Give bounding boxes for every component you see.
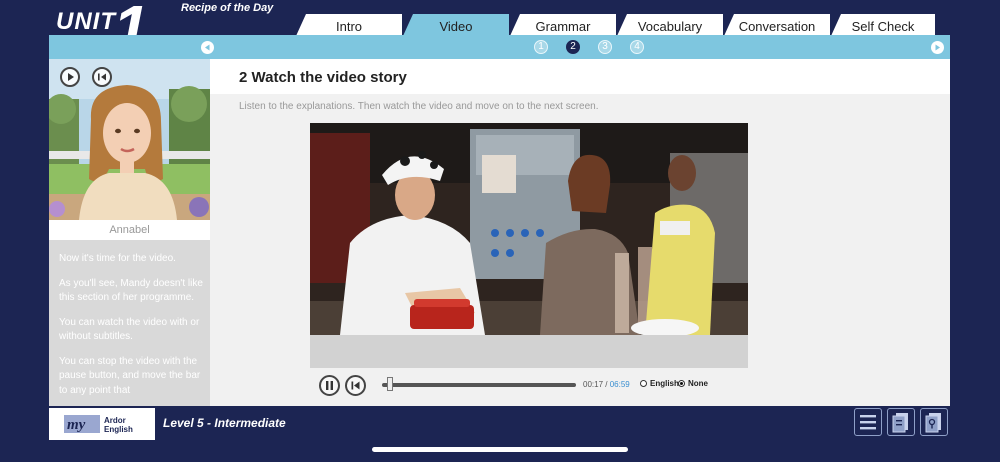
unit-label: UNIT bbox=[56, 8, 116, 35]
logo-word-1: Ardor bbox=[104, 416, 126, 425]
footer-bar: my Ardor English Level 5 - Intermediate bbox=[49, 406, 950, 440]
step-dot-4[interactable]: 4 bbox=[630, 40, 644, 54]
video-subtitle-area bbox=[310, 335, 748, 368]
tab-grammar[interactable]: Grammar bbox=[510, 14, 616, 36]
resources-icon[interactable] bbox=[920, 408, 948, 436]
video-time: 00:17 / 06:59 bbox=[583, 380, 630, 389]
step-navigation: 1 2 3 4 bbox=[49, 35, 950, 59]
menu-icon[interactable] bbox=[854, 408, 882, 436]
presenter-play-button[interactable] bbox=[60, 67, 80, 87]
tab-vocabulary[interactable]: Vocabulary bbox=[617, 14, 723, 36]
next-arrow-icon[interactable] bbox=[931, 41, 944, 54]
subtitle-label: None bbox=[688, 379, 708, 388]
previous-arrow-icon[interactable] bbox=[201, 41, 214, 54]
radio-none[interactable] bbox=[678, 380, 685, 387]
home-indicator[interactable] bbox=[372, 447, 628, 452]
narration-line: Now it's time for the video. bbox=[59, 253, 176, 264]
narration-line: You can stop the video with the pause bu… bbox=[59, 355, 201, 396]
pause-button[interactable] bbox=[319, 375, 340, 396]
ardor-english-logo: my Ardor English bbox=[49, 408, 155, 440]
video-seek-bar[interactable] bbox=[382, 383, 576, 387]
total-time: 06:59 bbox=[609, 380, 630, 389]
narration-line: You can watch the video with or without … bbox=[59, 316, 200, 343]
video-restart-button[interactable] bbox=[345, 375, 366, 396]
workbook-icon[interactable] bbox=[887, 408, 915, 436]
lesson-title: Recipe of the Day bbox=[181, 2, 274, 14]
video-seek-handle[interactable] bbox=[386, 377, 393, 391]
logo-word-2: English bbox=[104, 425, 133, 434]
tab-conversation[interactable]: Conversation bbox=[724, 14, 830, 36]
instructions-text: Listen to the explanations. Then watch t… bbox=[239, 101, 599, 112]
step-dot-2[interactable]: 2 bbox=[566, 40, 580, 54]
subtitle-label: English bbox=[650, 379, 679, 388]
logo-mark-text: my bbox=[67, 417, 86, 433]
tab-video[interactable]: Video bbox=[403, 14, 509, 36]
current-time: 00:17 bbox=[583, 380, 604, 389]
time-separator: / bbox=[605, 380, 608, 389]
subtitle-option-english[interactable]: English bbox=[640, 379, 679, 388]
video-player[interactable] bbox=[310, 123, 748, 335]
presenter-panel: Annabel Now it's time for the video. As … bbox=[49, 59, 210, 406]
step-header: 2 Watch the video story bbox=[210, 59, 950, 94]
radio-english[interactable] bbox=[640, 380, 647, 387]
step-indicator: 1 2 3 4 bbox=[534, 40, 644, 54]
tab-self-check[interactable]: Self Check bbox=[831, 14, 935, 36]
tab-intro[interactable]: Intro bbox=[296, 14, 402, 36]
level-label: Level 5 - Intermediate bbox=[163, 416, 286, 430]
page-title: 2 Watch the video story bbox=[239, 69, 407, 86]
main-content: 2 Watch the video story Listen to the ex… bbox=[210, 59, 950, 406]
step-dot-3[interactable]: 3 bbox=[598, 40, 612, 54]
narration-text: Now it's time for the video. As you'll s… bbox=[59, 252, 204, 406]
presenter-name: Annabel bbox=[49, 220, 210, 240]
presenter-restart-button[interactable] bbox=[92, 67, 112, 87]
subtitle-option-none[interactable]: None bbox=[678, 379, 708, 388]
narration-line: As you'll see, Mandy doesn't like this s… bbox=[59, 277, 203, 304]
step-dot-1[interactable]: 1 bbox=[534, 40, 548, 54]
